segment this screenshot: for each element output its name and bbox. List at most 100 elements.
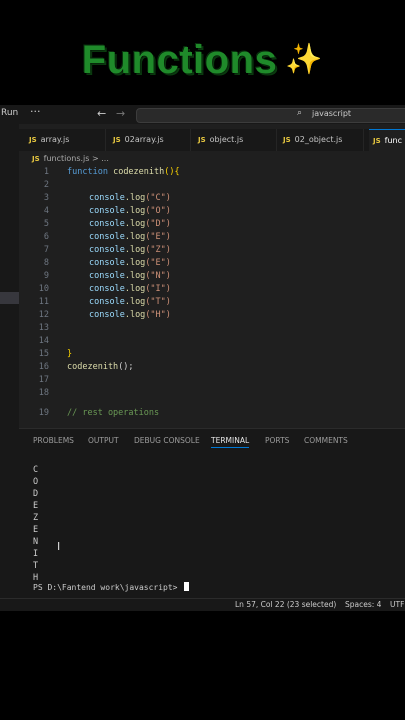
line-number: 2: [43, 180, 49, 190]
closing-brace: }: [67, 349, 73, 359]
console-object: console: [89, 219, 125, 229]
tab-02array-js[interactable]: JS 02array.js: [113, 129, 191, 151]
breadcrumb-sep: > ...: [89, 154, 109, 163]
code-line: 18: [19, 387, 405, 400]
tab-comments[interactable]: COMMENTS: [304, 436, 348, 445]
tab-object-js[interactable]: JS object.js: [198, 129, 277, 151]
code-text: console.log("E"): [89, 257, 171, 270]
string-literal: ("N"): [145, 271, 171, 281]
terminal-prompt[interactable]: PS D:\Fantend work\javascript>: [33, 582, 190, 592]
tab-label: 02array.js: [124, 135, 164, 144]
terminal-line: N: [33, 537, 39, 547]
code-text: console.log("O"): [89, 205, 171, 218]
line-number: 15: [38, 349, 49, 359]
code-text: console.log("N"): [89, 270, 171, 283]
terminal-line: Z: [33, 513, 39, 523]
command-center-search[interactable]: ⌕ javascript: [136, 108, 405, 123]
string-literal: ("D"): [145, 219, 171, 229]
code-line: 3 console.log("C"): [19, 192, 405, 205]
tab-label: func: [384, 136, 403, 145]
code-text: console.log("T"): [89, 296, 171, 309]
code-text: function codezenith(){: [67, 166, 180, 179]
log-method: .log: [124, 206, 146, 216]
line-number: 9: [43, 271, 49, 281]
line-number: 13: [38, 323, 49, 333]
editor-tabs: JS array.js JS 02array.js JS object.js JS 02…: [19, 129, 405, 152]
string-literal: ("H"): [145, 310, 171, 320]
terminal-output[interactable]: C O D E Z E N I T H: [33, 464, 38, 584]
code-line: 16 codezenith();: [19, 361, 405, 374]
code-line: 2: [19, 179, 405, 192]
code-punct: (){: [164, 167, 180, 177]
more-menu-icon[interactable]: ···: [30, 105, 41, 118]
code-line: 14: [19, 335, 405, 348]
run-menu[interactable]: Run: [1, 108, 18, 118]
code-line: 17: [19, 374, 405, 387]
string-literal: ("Z"): [145, 245, 171, 255]
code-text: console.log("Z"): [89, 244, 171, 257]
line-number: 5: [43, 219, 49, 229]
activity-item-selected[interactable]: [0, 292, 19, 304]
tab-functions-js[interactable]: JS func: [369, 129, 405, 152]
line-number: 8: [43, 258, 49, 268]
tab-terminal[interactable]: TERMINAL: [211, 436, 250, 448]
indentation[interactable]: Spaces: 4: [345, 600, 381, 609]
code-line: 4 console.log("O"): [19, 205, 405, 218]
log-method: .log: [124, 245, 146, 255]
title-text: Functions: [81, 38, 278, 82]
cursor-position[interactable]: Ln 57, Col 22 (23 selected): [235, 600, 336, 609]
tab-ports[interactable]: PORTS: [265, 436, 289, 445]
breadcrumb-file: functions.js: [43, 154, 90, 163]
code-line: 5 console.log("D"): [19, 218, 405, 231]
code-line: 12 console.log("H"): [19, 309, 405, 322]
breadcrumb[interactable]: JS functions.js > ...: [32, 154, 109, 163]
console-object: console: [89, 232, 125, 242]
forward-arrow-icon[interactable]: →: [116, 107, 125, 120]
code-line: 7 console.log("Z"): [19, 244, 405, 257]
console-object: console: [89, 193, 125, 203]
code-text: codezenith();: [67, 361, 134, 374]
js-file-icon: JS: [373, 137, 381, 145]
code-text: console.log("E"): [89, 231, 171, 244]
tab-label: array.js: [40, 135, 70, 144]
back-arrow-icon[interactable]: ←: [97, 107, 106, 120]
tab-label: object.js: [209, 135, 244, 144]
code-line: 15}: [19, 348, 405, 361]
text-cursor-icon: I: [57, 540, 61, 553]
terminal-line: T: [33, 561, 39, 571]
vscode-window: Run ··· ← → ⌕ javascript JS array.js JS 02…: [0, 105, 405, 611]
js-file-icon: JS: [29, 136, 37, 144]
search-text: javascript: [312, 109, 352, 118]
line-number: 4: [43, 206, 49, 216]
terminal-line: O: [33, 477, 39, 487]
line-number: 17: [38, 375, 49, 385]
line-number: 1: [43, 167, 49, 177]
tab-output[interactable]: OUTPUT: [88, 436, 119, 445]
terminal-line: E: [33, 525, 39, 535]
console-object: console: [89, 297, 125, 307]
console-object: console: [89, 258, 125, 268]
video-title: Functions ✨: [0, 38, 405, 83]
panel-tabs: PROBLEMS OUTPUT DEBUG CONSOLE TERMINAL P…: [19, 429, 405, 451]
code-line: 13: [19, 322, 405, 335]
terminal-line: E: [33, 501, 39, 511]
line-number: 19: [38, 408, 49, 418]
tab-problems[interactable]: PROBLEMS: [33, 436, 74, 445]
code-line: 11 console.log("T"): [19, 296, 405, 309]
log-method: .log: [124, 284, 146, 294]
line-number: 18: [38, 388, 49, 398]
code-comment: // rest operations: [67, 408, 160, 418]
tab-debug-console[interactable]: DEBUG CONSOLE: [134, 436, 200, 445]
code-line: 8 console.log("E"): [19, 257, 405, 270]
code-line: 6 console.log("E"): [19, 231, 405, 244]
tab-02-object-js[interactable]: JS 02_object.js: [283, 129, 364, 151]
js-file-icon: JS: [113, 136, 121, 144]
code-text: console.log("I"): [89, 283, 171, 296]
line-number: 12: [38, 310, 49, 320]
console-object: console: [89, 271, 125, 281]
js-file-icon: JS: [32, 155, 40, 163]
tab-array-js[interactable]: JS array.js: [29, 129, 106, 151]
log-method: .log: [124, 232, 146, 242]
code-line: 10 console.log("I"): [19, 283, 405, 296]
encoding[interactable]: UTF: [390, 600, 404, 609]
